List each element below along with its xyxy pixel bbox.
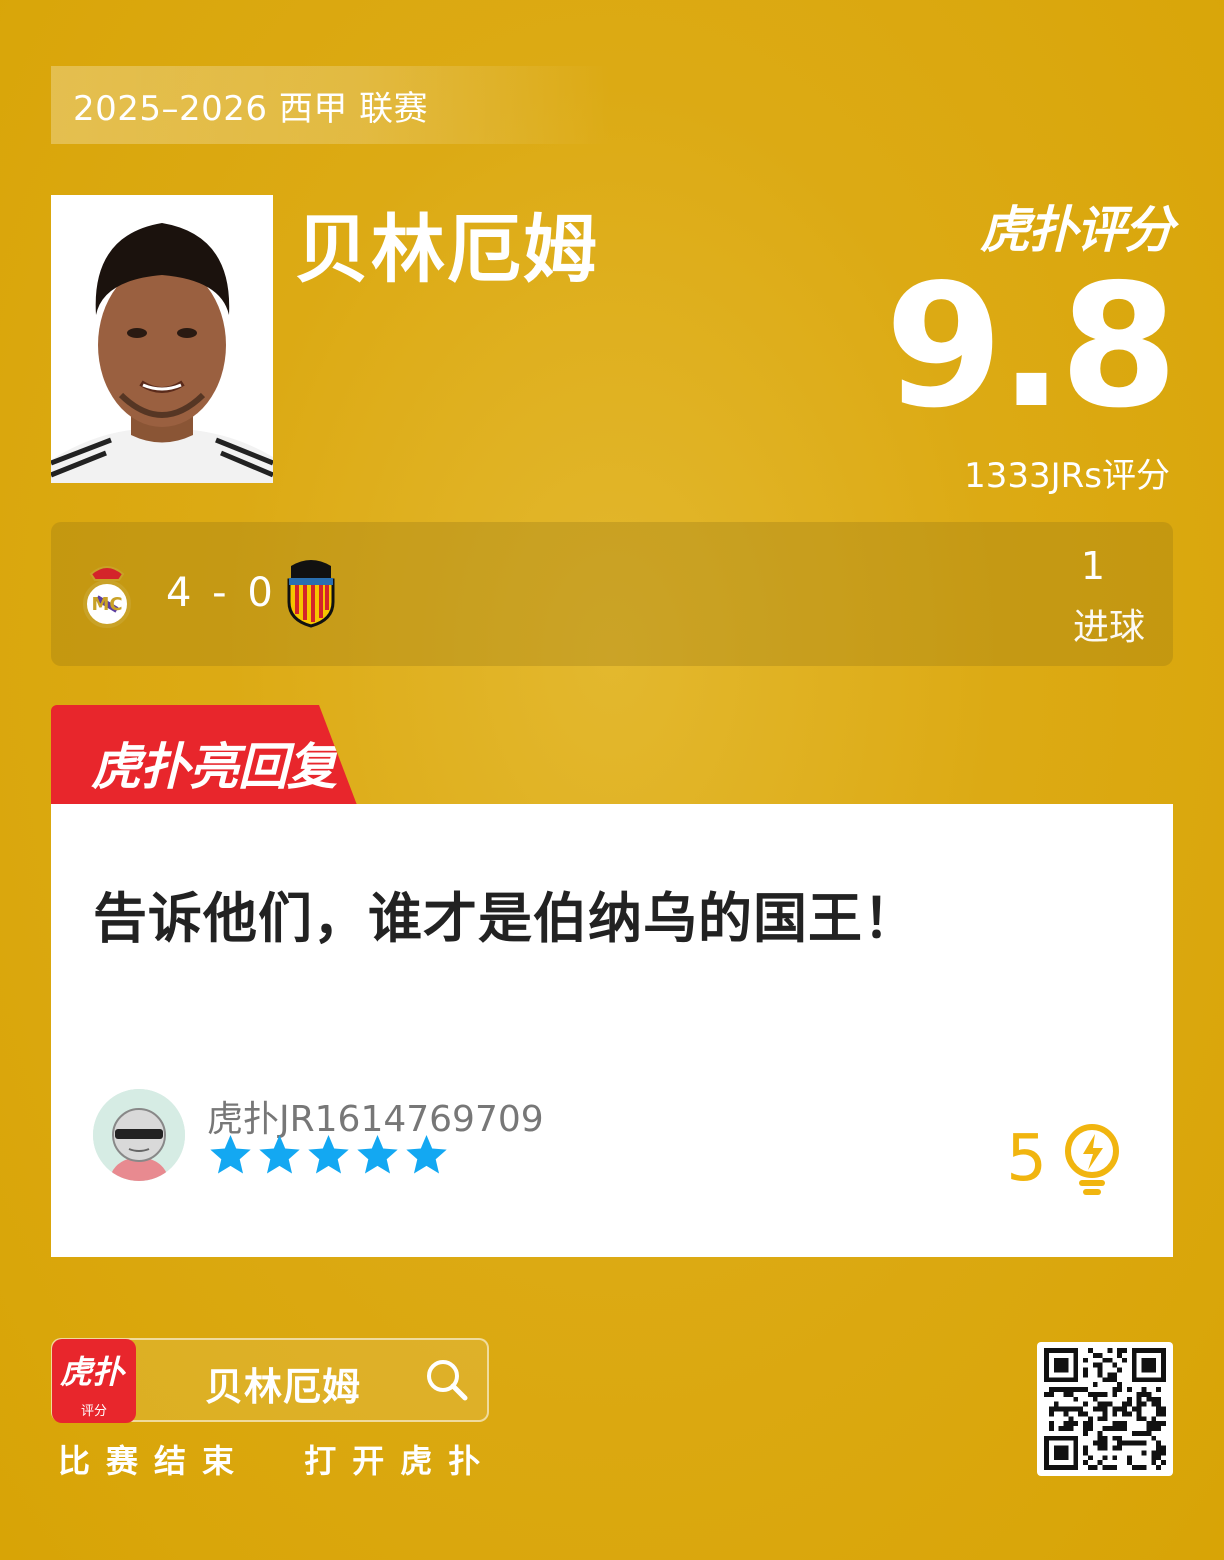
match-summary: MC 4 - 0 1 进球 — [51, 522, 1173, 666]
season-label: 2025–2026 西甲 联赛 — [73, 88, 429, 129]
svg-text:MC: MC — [91, 594, 122, 615]
like-count: 5 — [1006, 1122, 1047, 1196]
star-icon — [357, 1134, 398, 1174]
hot-reply-tag: 虎扑亮回复 — [51, 705, 357, 805]
search-icon[interactable] — [423, 1356, 471, 1404]
user-level-stars — [207, 1132, 450, 1179]
star-icon — [406, 1134, 447, 1174]
reply-text: 告诉他们，谁才是伯纳乌的国王！ — [93, 887, 918, 950]
goals-value: 1 — [1080, 544, 1106, 588]
match-score: 4 - 0 — [166, 570, 277, 616]
star-icon — [259, 1134, 300, 1174]
player-name: 贝林厄姆 — [295, 207, 599, 293]
lightbulb-icon[interactable] — [1061, 1122, 1123, 1196]
rating-count: 1333JRs评分 — [964, 456, 1170, 496]
qr-code — [1037, 1342, 1173, 1476]
goals-label: 进球 — [1072, 607, 1145, 648]
hupu-app-icon[interactable]: 虎扑 评分 — [52, 1339, 136, 1423]
star-icon — [308, 1134, 349, 1174]
player-photo — [51, 195, 273, 483]
app-icon-subtext: 评分 — [80, 1404, 107, 1419]
search-query: 贝林厄姆 — [205, 1365, 362, 1409]
reply-card: 告诉他们，谁才是伯纳乌的国王！ 虎扑JR1614769709 5 — [51, 804, 1173, 1257]
valencia-crest-icon — [287, 560, 335, 628]
search-box[interactable]: 虎扑 评分 贝林厄姆 — [51, 1338, 489, 1423]
avatar — [93, 1089, 185, 1181]
open-hupu-cta[interactable]: 比赛结束 打开虎扑 — [58, 1436, 496, 1482]
rating-score: 9.8 — [884, 248, 1178, 446]
app-icon-text: 虎扑 — [60, 1353, 125, 1391]
star-icon — [210, 1134, 251, 1174]
season-banner: 2025–2026 西甲 联赛 — [51, 66, 611, 144]
hot-reply-label: 虎扑亮回复 — [91, 738, 337, 796]
real-madrid-crest-icon: MC — [83, 566, 131, 628]
